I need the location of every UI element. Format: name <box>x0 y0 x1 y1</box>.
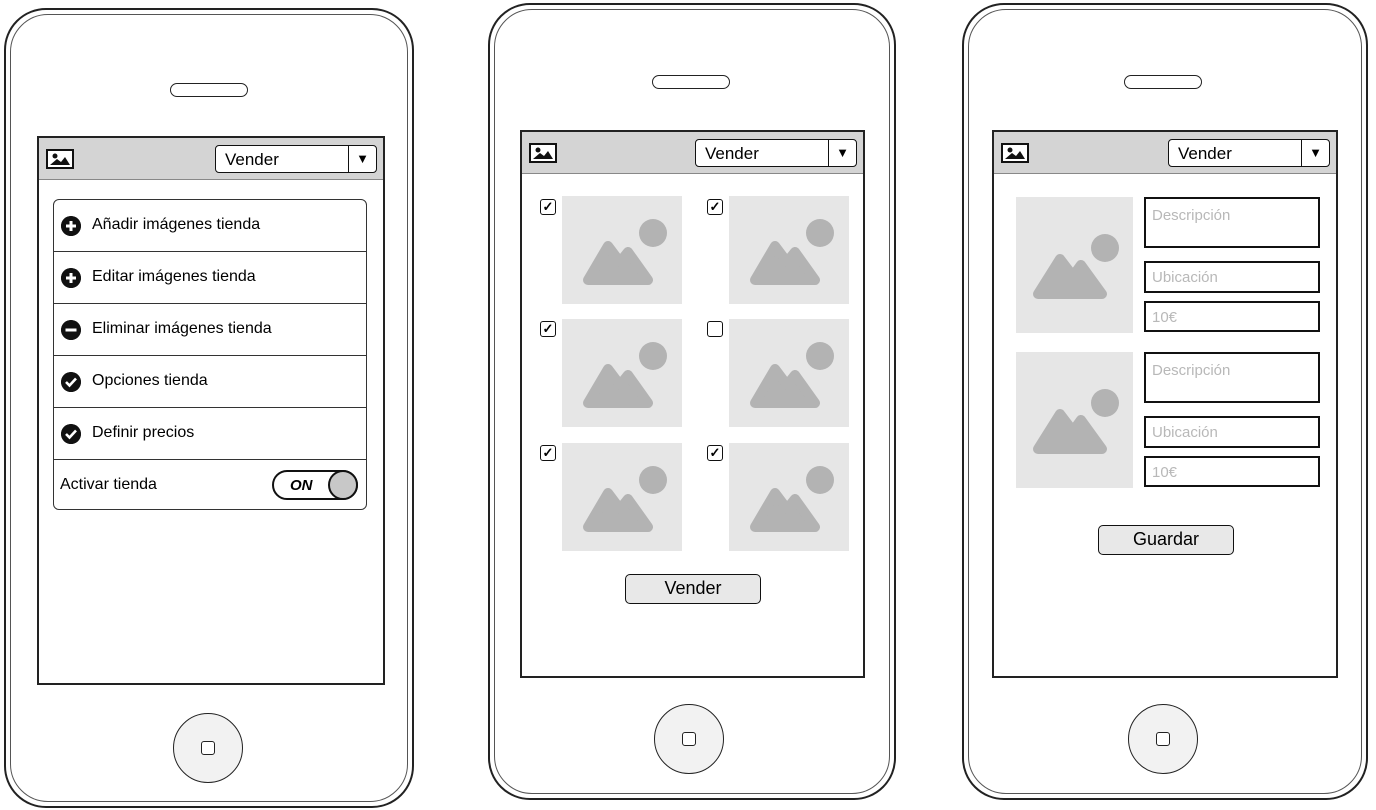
save-button[interactable]: Guardar <box>1098 525 1234 555</box>
image-placeholder-icon <box>583 342 667 408</box>
screen-edit-items: Vender ▼ Descripción Ubicación 10€ Descr… <box>992 130 1338 678</box>
screen-select-images: Vender ▼ ✓ ✓ ✓ ✓ ✓ Vender <box>520 130 865 678</box>
image-placeholder <box>562 443 682 551</box>
phone-mockup-1: Vender ▼ Añadir imágenes tienda Editar i… <box>4 8 414 808</box>
home-button[interactable] <box>654 704 724 774</box>
item-image-placeholder <box>1016 352 1133 488</box>
menu-item-store-options[interactable]: Opciones tienda <box>54 356 366 408</box>
toggle-text: ON <box>290 477 313 494</box>
top-bar: Vender ▼ <box>39 138 383 180</box>
dropdown-value: Vender <box>1178 144 1232 163</box>
image-checkbox[interactable]: ✓ <box>707 445 723 461</box>
item-image-placeholder <box>1016 197 1133 333</box>
image-logo-icon <box>529 143 557 163</box>
description-field[interactable]: Descripción <box>1144 352 1320 403</box>
menu-item-label: Definir precios <box>92 424 195 441</box>
image-placeholder-icon <box>1033 234 1119 299</box>
image-placeholder-icon <box>1033 389 1119 454</box>
menu-item-define-prices[interactable]: Definir precios <box>54 408 366 460</box>
image-placeholder <box>562 319 682 427</box>
image-placeholder-icon <box>583 466 667 532</box>
home-square-icon <box>682 732 696 746</box>
description-field[interactable]: Descripción <box>1144 197 1320 248</box>
phone-speaker <box>652 75 730 89</box>
top-bar: Vender ▼ <box>994 132 1336 174</box>
toggle-knob <box>328 470 358 500</box>
phone-speaker <box>1124 75 1202 89</box>
location-field[interactable]: Ubicación <box>1144 261 1320 293</box>
image-placeholder <box>729 319 849 427</box>
menu-item-label: Eliminar imágenes tienda <box>92 320 272 337</box>
check-circle-icon <box>61 372 81 392</box>
home-button[interactable] <box>1128 704 1198 774</box>
image-placeholder-icon <box>750 219 834 285</box>
phone-speaker <box>170 83 248 97</box>
chevron-down-icon: ▼ <box>1301 140 1329 166</box>
image-checkbox[interactable]: ✓ <box>707 199 723 215</box>
plus-circle-icon <box>61 268 81 288</box>
settings-menu-list: Añadir imágenes tienda Editar imágenes t… <box>53 199 367 510</box>
mode-dropdown[interactable]: Vender ▼ <box>1168 139 1330 167</box>
price-value: 10€ <box>1152 309 1178 326</box>
image-logo-icon <box>46 149 74 169</box>
minus-circle-icon <box>61 320 81 340</box>
image-logo-icon <box>1001 143 1029 163</box>
price-field[interactable]: 10€ <box>1144 456 1320 487</box>
image-checkbox[interactable] <box>707 321 723 337</box>
top-bar: Vender ▼ <box>522 132 863 174</box>
mode-dropdown[interactable]: Vender ▼ <box>695 139 857 167</box>
check-circle-icon <box>61 424 81 444</box>
image-placeholder <box>729 196 849 304</box>
phone-mockup-2: Vender ▼ ✓ ✓ ✓ ✓ ✓ Vender <box>488 3 896 800</box>
activate-store-label: Activar tienda <box>60 476 157 493</box>
screen-menu: Vender ▼ Añadir imágenes tienda Editar i… <box>37 136 385 685</box>
image-placeholder <box>729 443 849 551</box>
menu-item-add-images[interactable]: Añadir imágenes tienda <box>54 200 366 252</box>
price-value: 10€ <box>1152 464 1178 481</box>
menu-item-delete-images[interactable]: Eliminar imágenes tienda <box>54 304 366 356</box>
image-placeholder-icon <box>750 466 834 532</box>
menu-item-label: Añadir imágenes tienda <box>92 216 261 233</box>
location-placeholder: Ubicación <box>1152 269 1218 286</box>
home-button[interactable] <box>173 713 243 783</box>
sell-button[interactable]: Vender <box>625 574 761 604</box>
chevron-down-icon: ▼ <box>348 146 376 172</box>
image-placeholder <box>562 196 682 304</box>
plus-circle-icon <box>61 216 81 236</box>
image-checkbox[interactable]: ✓ <box>540 445 556 461</box>
location-field[interactable]: Ubicación <box>1144 416 1320 448</box>
menu-item-activate-store: Activar tienda ON <box>54 460 366 509</box>
image-placeholder-icon <box>583 219 667 285</box>
menu-item-edit-images[interactable]: Editar imágenes tienda <box>54 252 366 304</box>
phone-mockup-3: Vender ▼ Descripción Ubicación 10€ Descr… <box>962 3 1368 800</box>
price-field[interactable]: 10€ <box>1144 301 1320 332</box>
image-checkbox[interactable]: ✓ <box>540 321 556 337</box>
chevron-down-icon: ▼ <box>828 140 856 166</box>
location-placeholder: Ubicación <box>1152 424 1218 441</box>
description-placeholder: Descripción <box>1152 207 1231 224</box>
activate-store-toggle[interactable]: ON <box>272 470 358 500</box>
image-placeholder-icon <box>750 342 834 408</box>
dropdown-value: Vender <box>705 144 759 163</box>
mode-dropdown[interactable]: Vender ▼ <box>215 145 377 173</box>
menu-item-label: Opciones tienda <box>92 372 208 389</box>
dropdown-value: Vender <box>225 150 279 169</box>
description-placeholder: Descripción <box>1152 362 1231 379</box>
home-square-icon <box>1156 732 1170 746</box>
image-checkbox[interactable]: ✓ <box>540 199 556 215</box>
home-square-icon <box>201 741 215 755</box>
menu-item-label: Editar imágenes tienda <box>92 268 256 285</box>
